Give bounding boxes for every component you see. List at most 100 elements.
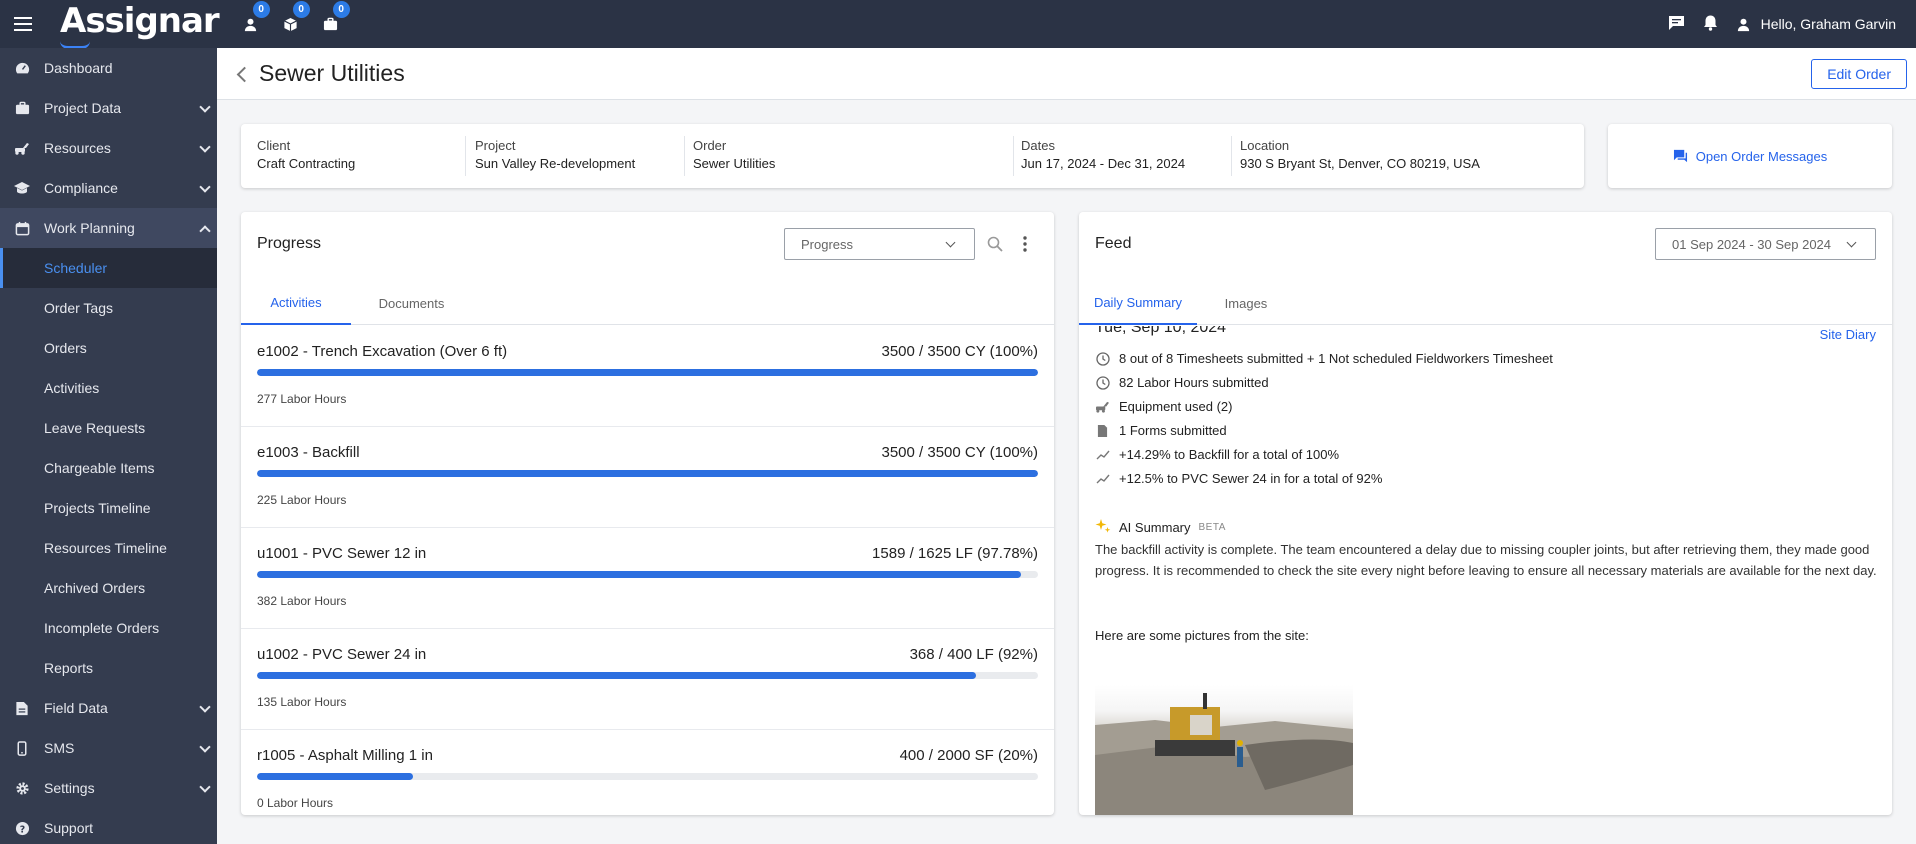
chevron-down-icon — [199, 141, 211, 153]
sidebar-item-field-data[interactable]: Field Data — [0, 688, 217, 728]
user-menu[interactable]: Hello, Graham Garvin — [1736, 16, 1896, 32]
summary-line: 82 Labor Hours submitted — [1095, 375, 1269, 390]
summary-line: +12.5% to PVC Sewer 24 in for a total of… — [1095, 471, 1382, 486]
order-label: Order — [693, 138, 727, 153]
sidebar-item-support[interactable]: ? Support — [0, 808, 217, 844]
more-options-icon[interactable] — [1023, 236, 1027, 257]
sidebar-item-sms[interactable]: SMS — [0, 728, 217, 768]
project-cell: Project Sun Valley Re-development — [475, 138, 635, 171]
notification-count: 0 — [332, 1, 350, 18]
sidebar-item-projects-timeline[interactable]: Projects Timeline — [0, 488, 217, 528]
feed-panel: Feed 01 Sep 2024 - 30 Sep 2024 Daily Sum… — [1079, 212, 1892, 815]
back-icon[interactable] — [236, 66, 253, 83]
sidebar-item-leave-requests[interactable]: Leave Requests — [0, 408, 217, 448]
chevron-up-icon — [199, 225, 211, 237]
tab-daily-summary[interactable]: Daily Summary — [1079, 282, 1197, 325]
activity-row[interactable]: r1005 - Asphalt Milling 1 in 400 / 2000 … — [241, 730, 1054, 815]
document-icon — [1095, 423, 1110, 438]
location-value: 930 S Bryant St, Denver, CO 80219, USA — [1240, 156, 1480, 171]
activity-progress-bar — [257, 571, 1038, 578]
progress-select[interactable]: Progress — [784, 228, 975, 260]
clock-icon — [1095, 375, 1110, 390]
field-data-icon — [14, 700, 30, 716]
search-icon[interactable] — [987, 236, 1003, 257]
activity-row[interactable]: e1003 - Backfill 3500 / 3500 CY (100%) 2… — [241, 427, 1054, 528]
chevron-down-icon — [199, 181, 211, 193]
person-icon[interactable]: 0 — [233, 0, 270, 48]
activity-row[interactable]: u1002 - PVC Sewer 24 in 368 / 400 LF (92… — [241, 629, 1054, 730]
activity-name: r1005 - Asphalt Milling 1 in — [257, 747, 433, 764]
summary-date: Tue, Sep 10, 2024 — [1095, 326, 1227, 336]
activity-name: u1001 - PVC Sewer 12 in — [257, 545, 427, 562]
pictures-caption: Here are some pictures from the site: — [1095, 628, 1309, 643]
site-diary-link[interactable]: Site Diary — [1820, 327, 1876, 342]
activity-name: e1002 - Trench Excavation (Over 6 ft) — [257, 343, 508, 360]
site-photo[interactable] — [1095, 685, 1353, 815]
edit-order-button[interactable]: Edit Order — [1811, 59, 1907, 89]
progress-panel: Progress Progress Activities Documents e… — [241, 212, 1054, 815]
menu-icon[interactable] — [0, 0, 46, 48]
sidebar-item-activities[interactable]: Activities — [0, 368, 217, 408]
sidebar-item-label: SMS — [44, 740, 75, 756]
summary-line: +14.29% to Backfill for a total of 100% — [1095, 447, 1339, 462]
summary-line: 1 Forms submitted — [1095, 423, 1227, 438]
sidebar-item-chargeable-items[interactable]: Chargeable Items — [0, 448, 217, 488]
sidebar-item-work-planning[interactable]: Work Planning — [0, 208, 217, 248]
summary-line: 8 out of 8 Timesheets submitted + 1 Not … — [1095, 351, 1553, 366]
project-value: Sun Valley Re-development — [475, 156, 636, 171]
user-greeting: Hello, Graham Garvin — [1760, 16, 1896, 32]
order-value: Sewer Utilities — [693, 156, 776, 171]
sidebar-item-incomplete-orders[interactable]: Incomplete Orders — [0, 608, 217, 648]
notification-count: 0 — [292, 1, 310, 18]
sidebar-item-scheduler[interactable]: Scheduler — [0, 248, 217, 288]
client-value: Craft Contracting — [257, 156, 356, 171]
activity-quantity: 1589 / 1625 LF (97.78%) — [872, 545, 1038, 562]
briefcase-icon — [14, 100, 30, 116]
sidebar-item-reports[interactable]: Reports — [0, 648, 217, 688]
activity-progress-bar — [257, 672, 1038, 679]
trend-up-icon — [1095, 447, 1110, 462]
sidebar-item-resources-timeline[interactable]: Resources Timeline — [0, 528, 217, 568]
svg-text:?: ? — [19, 824, 24, 835]
location-cell: Location 930 S Bryant St, Denver, CO 802… — [1240, 138, 1480, 171]
progress-title: Progress — [257, 235, 322, 252]
equipment-icon — [1095, 399, 1110, 414]
activity-quantity: 368 / 400 LF (92%) — [909, 646, 1038, 663]
chevron-down-icon — [199, 101, 211, 113]
sidebar-item-order-tags[interactable]: Order Tags — [0, 288, 217, 328]
activity-labor-hours: 382 Labor Hours — [257, 594, 347, 608]
activity-quantity: 3500 / 3500 CY (100%) — [881, 444, 1039, 461]
sidebar-item-orders[interactable]: Orders — [0, 328, 217, 368]
activity-labor-hours: 225 Labor Hours — [257, 493, 347, 507]
tab-documents[interactable]: Documents — [370, 282, 453, 325]
ai-summary-heading: AI Summary BETA — [1095, 518, 1226, 537]
box-icon[interactable]: 0 — [273, 0, 310, 48]
sidebar-item-label: Compliance — [44, 180, 118, 196]
sidebar-item-compliance[interactable]: Compliance — [0, 168, 217, 208]
app-logo[interactable]: Assignar — [60, 1, 220, 49]
tab-activities[interactable]: Activities — [241, 282, 351, 325]
bell-icon[interactable] — [1703, 14, 1718, 34]
date-range-select[interactable]: 01 Sep 2024 - 30 Sep 2024 — [1655, 228, 1876, 260]
open-order-messages-button[interactable]: Open Order Messages — [1608, 124, 1892, 188]
ai-summary-title: AI Summary — [1119, 520, 1191, 535]
dashboard-icon — [14, 60, 30, 76]
sidebar-item-archived-orders[interactable]: Archived Orders — [0, 568, 217, 608]
ai-summary-text: The backfill activity is complete. The t… — [1095, 542, 1877, 578]
resources-icon — [14, 140, 30, 156]
sidebar-item-project-data[interactable]: Project Data — [0, 88, 217, 128]
tab-images[interactable]: Images — [1214, 282, 1278, 325]
sidebar-item-label: Settings — [44, 780, 95, 796]
activity-row[interactable]: e1002 - Trench Excavation (Over 6 ft) 35… — [241, 326, 1054, 427]
calendar-icon — [14, 220, 30, 236]
chevron-down-icon — [945, 237, 956, 248]
feed-title: Feed — [1095, 235, 1132, 252]
sidebar-item-dashboard[interactable]: Dashboard — [0, 48, 217, 88]
activity-row[interactable]: u1001 - PVC Sewer 12 in 1589 / 1625 LF (… — [241, 528, 1054, 629]
briefcase-icon[interactable]: 0 — [313, 0, 350, 48]
chat-icon[interactable] — [1668, 15, 1685, 34]
sidebar-item-label: Resources — [44, 140, 111, 156]
sidebar-item-resources[interactable]: Resources — [0, 128, 217, 168]
sidebar-item-settings[interactable]: Settings — [0, 768, 217, 808]
progress-select-value: Progress — [801, 236, 854, 252]
